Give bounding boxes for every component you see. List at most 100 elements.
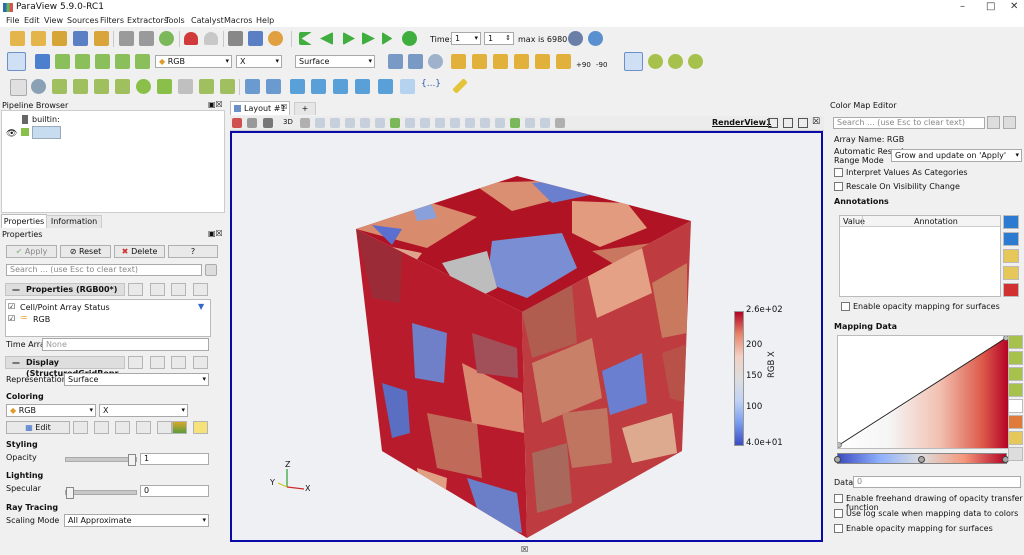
zoom-box-icon[interactable] [428, 54, 443, 69]
rescale-data-icon[interactable] [94, 421, 109, 434]
scaling-mode-select[interactable]: All Approximate ▾ [64, 514, 209, 527]
opacity-slider-handle[interactable] [128, 454, 136, 466]
opacity-transfer-function-editor[interactable] [837, 335, 1009, 449]
menu-view[interactable]: View [44, 16, 63, 25]
opacity-slider[interactable] [65, 454, 137, 466]
representation-combo[interactable]: Surface ▾ [295, 55, 375, 68]
calculator-icon[interactable] [10, 79, 27, 96]
color-transfer-function-bar[interactable] [834, 453, 1009, 464]
warp-vector-icon[interactable] [178, 79, 193, 94]
save-props-icon[interactable] [193, 283, 208, 296]
separate-colormap-icon[interactable] [193, 421, 208, 434]
help-button[interactable]: ? [168, 245, 218, 258]
data-value-input[interactable]: 0 [853, 476, 1021, 488]
contour-icon[interactable] [31, 79, 46, 94]
properties-search-input[interactable]: Search ... (use Esc to clear text) [6, 264, 202, 276]
plot-over-line-icon[interactable] [290, 79, 305, 94]
auto-apply-icon[interactable] [159, 31, 174, 46]
add-annotation-icon[interactable] [1003, 215, 1019, 229]
freehand-drawing-checkbox[interactable] [834, 494, 843, 503]
camera-link-icon[interactable] [247, 118, 257, 128]
save-state-icon[interactable] [73, 31, 88, 46]
delete-button[interactable]: ✖ Delete [114, 245, 165, 258]
loop-icon[interactable] [402, 31, 417, 46]
rescale-temporal-icon[interactable] [115, 54, 130, 69]
last-frame-icon[interactable] [382, 32, 393, 45]
camera-undo-icon[interactable] [228, 31, 243, 46]
render-view[interactable]: Z X Y 2.6e+02 200 150 100 4.0e+01 RGB X [230, 131, 823, 542]
view-minus-x-icon[interactable] [472, 54, 487, 69]
select-cells-through-icon[interactable] [345, 118, 355, 128]
delete-annotations-icon[interactable] [1003, 283, 1019, 297]
array-status-check[interactable]: ☑ [8, 302, 15, 311]
add-layout-tab[interactable]: + [294, 102, 316, 115]
bar-chart-icon[interactable] [400, 79, 415, 94]
menu-file[interactable]: File [6, 16, 19, 25]
plot-selection-icon[interactable] [355, 79, 370, 94]
save-display-icon[interactable] [193, 356, 208, 369]
specular-slider[interactable] [65, 487, 137, 499]
disconnect-icon[interactable] [139, 31, 154, 46]
rescale-temporal-icon[interactable] [136, 421, 151, 434]
reset-button[interactable]: ⊘ Reset [60, 245, 111, 258]
view-minus-y-icon[interactable] [514, 54, 529, 69]
maximize-view-icon[interactable] [798, 118, 808, 128]
toggle-3d-button[interactable]: 3D [283, 118, 293, 126]
reset-view-icon[interactable] [300, 118, 310, 128]
clip-icon[interactable] [52, 79, 67, 94]
find-data-icon[interactable] [266, 79, 281, 94]
recent-files-icon[interactable] [31, 31, 46, 46]
split-horizontal-icon[interactable] [768, 118, 778, 128]
rescale-visible-icon[interactable] [95, 54, 110, 69]
advanced-settings-icon[interactable] [205, 264, 217, 276]
menu-extractors[interactable]: Extractors [127, 16, 168, 25]
remove-annotation-icon[interactable] [1003, 232, 1019, 246]
interpret-categories-checkbox[interactable] [834, 168, 843, 177]
rescale-custom-icon[interactable] [135, 54, 150, 69]
extract-subset-icon[interactable] [115, 79, 130, 94]
clear-selection-icon[interactable] [555, 118, 565, 128]
choose-preset-icon[interactable] [1008, 415, 1023, 429]
time-value-combo[interactable]: 1 ▾ [451, 32, 481, 45]
color-legend-bar[interactable] [734, 311, 744, 446]
stream-tracer-icon[interactable] [157, 79, 172, 94]
center-axes-icon[interactable] [648, 54, 663, 69]
edit-colormap-button[interactable]: ▦ Edit [6, 421, 70, 434]
copy-display-icon[interactable] [128, 356, 143, 369]
slice-icon[interactable] [73, 79, 88, 94]
spreadsheet-view-icon[interactable] [245, 79, 260, 94]
group-datasets-icon[interactable] [199, 79, 214, 94]
zoom-closest-icon[interactable] [408, 54, 423, 69]
palette-icon[interactable] [268, 31, 283, 46]
python-shell-icon[interactable]: {...} [421, 79, 441, 94]
extract-level-icon[interactable] [220, 79, 235, 94]
previous-frame-icon[interactable] [320, 32, 333, 45]
panel-float-icon[interactable]: ▣☒ [208, 100, 223, 109]
select-cells-on-icon[interactable] [315, 118, 325, 128]
color-node-low[interactable] [834, 456, 841, 463]
grow-selection-icon[interactable] [480, 118, 490, 128]
select-polygon-icon[interactable] [375, 118, 385, 128]
paste-display-icon[interactable] [150, 356, 165, 369]
menu-macros[interactable]: Macros [224, 16, 252, 25]
close-view-icon[interactable]: ☒ [812, 117, 820, 127]
rescale-custom-icon[interactable] [1008, 351, 1023, 365]
rescale-visible-icon[interactable] [1008, 383, 1023, 397]
glyph-icon[interactable] [136, 79, 151, 94]
tab-information[interactable]: Information [46, 215, 102, 228]
hover-points-icon[interactable] [420, 118, 430, 128]
rescale-mode-select[interactable]: Grow and update on 'Apply' ▾ [891, 149, 1022, 162]
rescale-to-data-icon[interactable] [1008, 335, 1023, 349]
color-component-combo[interactable]: X ▾ [236, 55, 282, 68]
rotate-minus-90-icon[interactable]: -90 [596, 53, 611, 69]
next-frame-icon[interactable] [362, 32, 375, 45]
copy-props-icon[interactable] [128, 283, 143, 296]
menu-tools[interactable]: Tools [165, 16, 185, 25]
rescale-temporal-icon[interactable] [1008, 367, 1023, 381]
panel-float-icon[interactable]: ▣☒ [208, 229, 223, 238]
interaction-mode-icon[interactable] [624, 52, 643, 71]
header-sort-icon[interactable]: ▼ [198, 302, 204, 311]
zoom-to-data-icon[interactable] [568, 31, 583, 46]
play-icon[interactable] [343, 32, 355, 45]
undo-icon[interactable] [184, 32, 198, 45]
